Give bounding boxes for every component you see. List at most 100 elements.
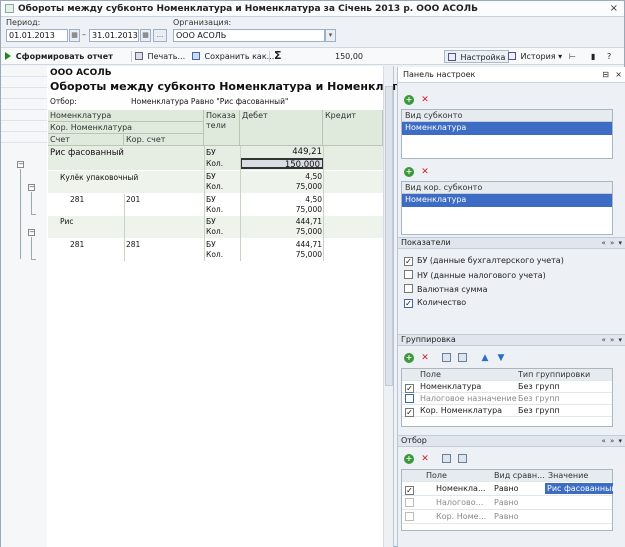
save-as-button[interactable]: Сохранить как... [192,50,274,63]
header-kor-account: Кор. счет [124,134,204,146]
generate-report-button[interactable]: Сформировать отчет [5,50,113,63]
table-row[interactable]: Налогово... Равно [402,496,612,510]
checkbox-checked[interactable]: ✓ [405,384,414,393]
toolbar-divider [131,51,132,62]
table-row[interactable]: ✓ Номенклатура Без групп [402,381,612,393]
kor-subconto-list[interactable]: Вид кор. субконто Номенклатура [401,181,613,235]
table-row[interactable]: 281 281 БУ 444,71 Кол. 75,000 [48,239,383,261]
sum-value: 150,00 [335,52,363,61]
add-icon[interactable]: + [404,95,414,105]
settings-button[interactable]: Настройка [444,50,510,63]
filter-field: Кор. Номе... [436,512,487,521]
indicator-label: БУ (данные бухгалтерского учета) [417,256,564,265]
checkbox-checked[interactable]: ✓ [405,486,414,495]
gutter-line [1,87,47,88]
checkbox[interactable] [405,394,414,403]
copy-icon[interactable] [458,454,467,463]
grouping-table[interactable]: Поле Тип группировки ✓ Номенклатура Без … [401,368,613,427]
table-row[interactable]: Налоговое назначение Без групп [402,393,612,405]
checkbox-checked[interactable]: ✓ [405,408,414,417]
table-row[interactable]: ✓ Кор. Номенклатура Без групп [402,405,612,417]
checkbox-checked[interactable]: ✓ [404,299,413,308]
group-icon[interactable] [442,454,451,463]
toolbar-divider [269,51,270,62]
header-indicators: Показа тели [204,110,240,146]
checkbox[interactable] [404,270,413,279]
subconto-item[interactable]: Номенклатура [402,122,612,135]
organization-select[interactable]: ООО АСОЛЬ [173,29,325,42]
section-arrows-icon[interactable]: « » ▾ [601,436,623,446]
history-button[interactable]: История ▾ [508,50,562,63]
subconto-list-header: Вид субконто [402,110,612,122]
delete-icon[interactable]: ✕ [420,353,430,363]
checkbox[interactable] [405,498,414,507]
add-icon[interactable]: + [404,353,414,363]
title-bar: Обороты между субконто Номенклатура и Но… [1,1,624,17]
date-from-input[interactable]: 01.01.2013 [6,29,68,42]
filter-section-header[interactable]: Отбор « » ▾ [398,435,625,447]
collapse-level2-icon[interactable]: − [28,229,35,236]
filter-table[interactable]: Поле Вид сравн... Значение ✓ Номенкла...… [401,469,613,531]
kor-subconto-item[interactable]: Номенклатура [402,194,612,207]
collapse-level2-icon[interactable]: − [28,184,35,191]
calendar-from-icon[interactable]: ▦ [69,29,80,42]
gutter-line [1,131,47,132]
indicator-bu-row[interactable]: ✓ БУ (данные бухгалтерского учета) [404,256,564,266]
subconto-list[interactable]: Вид субконто Номенклатура [401,109,613,159]
indicator-label: Валютная сумма [417,285,488,294]
sum-icon[interactable]: Σ [274,49,282,62]
delete-icon[interactable]: ✕ [420,95,430,105]
move-up-icon[interactable]: ▲ [480,353,490,363]
table-row-group[interactable]: Кулёк упаковочный БУ 4,50 Кол. 75,000 [48,171,383,193]
collapse-level1-icon[interactable]: − [17,161,24,168]
table-row[interactable]: ✓ Номенкла... Равно Рис фасованный [402,482,613,496]
pin-icon[interactable]: ⊢ [569,50,576,63]
table-row-group[interactable]: Рис БУ 444,71 Кол. 75,000 [48,216,383,238]
settings-panel-icon [448,53,456,61]
section-arrows-icon[interactable]: « » ▾ [601,335,623,345]
grouping-section-header[interactable]: Группировка « » ▾ [398,334,625,346]
chevron-down-icon[interactable]: ▾ [325,29,336,42]
group-icon[interactable] [442,353,451,362]
table-row-group[interactable]: Рис фасованный БУ 449,21 Кол. 150,000 [48,146,383,170]
grid-line [124,194,125,261]
panel-pin-icon[interactable]: ⊟ [602,67,609,83]
gutter-line [1,142,47,143]
section-arrows-icon[interactable]: « » ▾ [601,238,623,248]
checkbox[interactable] [404,284,413,293]
delete-icon[interactable]: ✕ [420,167,430,177]
print-button[interactable]: Печать... [135,50,185,63]
scrollbar-thumb[interactable] [385,86,393,386]
panel-close-icon[interactable]: × [615,67,622,83]
indicator-currency-row[interactable]: Валютная сумма [404,284,488,294]
history-icon [508,52,516,60]
header-debit: Дебет [240,110,323,146]
table-row[interactable]: Кор. Номе... Равно [402,510,612,524]
period-select-button[interactable]: ... [153,29,167,42]
date-to-input[interactable]: 31.01.2013 [89,29,139,42]
indicator-nu-row[interactable]: НУ (данные налогового учета) [404,270,546,280]
move-down-icon[interactable]: ▼ [496,353,506,363]
group-line [31,192,32,214]
close-icon[interactable]: × [610,3,618,14]
calendar-to-icon[interactable]: ▦ [140,29,151,42]
help-icon[interactable]: ? [607,50,611,63]
row-name: Рис [60,217,74,226]
delete-icon[interactable]: ✕ [420,454,430,464]
add-icon[interactable]: + [404,454,414,464]
checkbox-checked[interactable]: ✓ [404,257,413,266]
active-cell-debit-qty[interactable]: 150,000 [240,158,324,169]
indicator-quantity-row[interactable]: ✓ Количество [404,298,466,308]
checkbox[interactable] [405,512,414,521]
group-line [20,169,21,259]
report-sheet[interactable]: − − − ООО АСОЛЬ Обороты между субконто Н… [1,66,420,547]
header-credit: Кредит [323,110,383,146]
bookmark-icon[interactable]: ▮ [591,50,595,63]
filter-value[interactable]: Рис фасованный [545,483,613,494]
table-row[interactable]: 281 201 БУ 4,50 Кол. 75,000 [48,194,383,216]
add-icon[interactable]: + [404,167,414,177]
report-vertical-scrollbar[interactable] [383,66,393,547]
report-title: Обороты между субконто Номенклатура и Но… [50,80,420,93]
copy-icon[interactable] [458,353,467,362]
indicators-section-header[interactable]: Показатели « » ▾ [398,237,625,249]
